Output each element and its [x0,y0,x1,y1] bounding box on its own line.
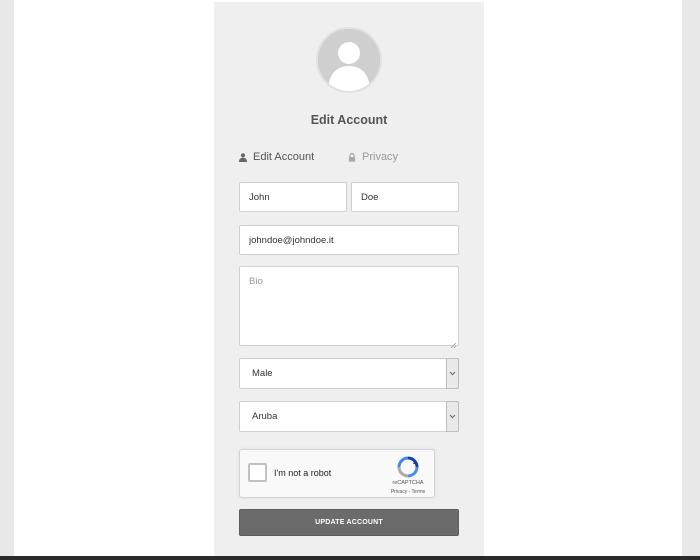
resize-handle-icon[interactable] [449,336,457,349]
tab-privacy[interactable]: Privacy [348,151,398,163]
chevron-down-icon[interactable] [446,358,459,389]
chevron-down-icon[interactable] [446,401,459,432]
tab-label: Edit Account [253,151,315,163]
gender-select-value: Male [252,368,273,379]
recaptcha-brand: reCAPTCHA [392,480,424,486]
tab-label: Privacy [362,151,399,163]
tab-edit-account[interactable]: Edit Account [239,151,314,163]
user-avatar-icon [316,27,382,93]
recaptcha-checkbox[interactable] [248,463,267,482]
user-icon [239,152,247,162]
recaptcha-links[interactable]: Privacy - Terms [385,489,431,495]
bio-textarea[interactable] [239,266,459,346]
page-title: Edit Account [310,113,388,127]
country-select-value: Aruba [252,411,278,422]
recaptcha-widget: I'm not a robot reCAPTCHA Privacy - Term… [239,449,435,498]
update-account-button[interactable]: UPDATE ACCOUNT [239,509,459,536]
first-name-field[interactable] [239,182,347,212]
country-select[interactable]: Aruba [239,401,459,432]
window-bottom-border [0,556,700,560]
recaptcha-logo-icon [397,456,419,483]
lock-icon [348,152,356,162]
recaptcha-label: I'm not a robot [274,468,332,478]
last-name-field[interactable] [351,182,459,212]
email-field[interactable] [239,225,459,255]
gender-select[interactable]: Male [239,358,459,389]
